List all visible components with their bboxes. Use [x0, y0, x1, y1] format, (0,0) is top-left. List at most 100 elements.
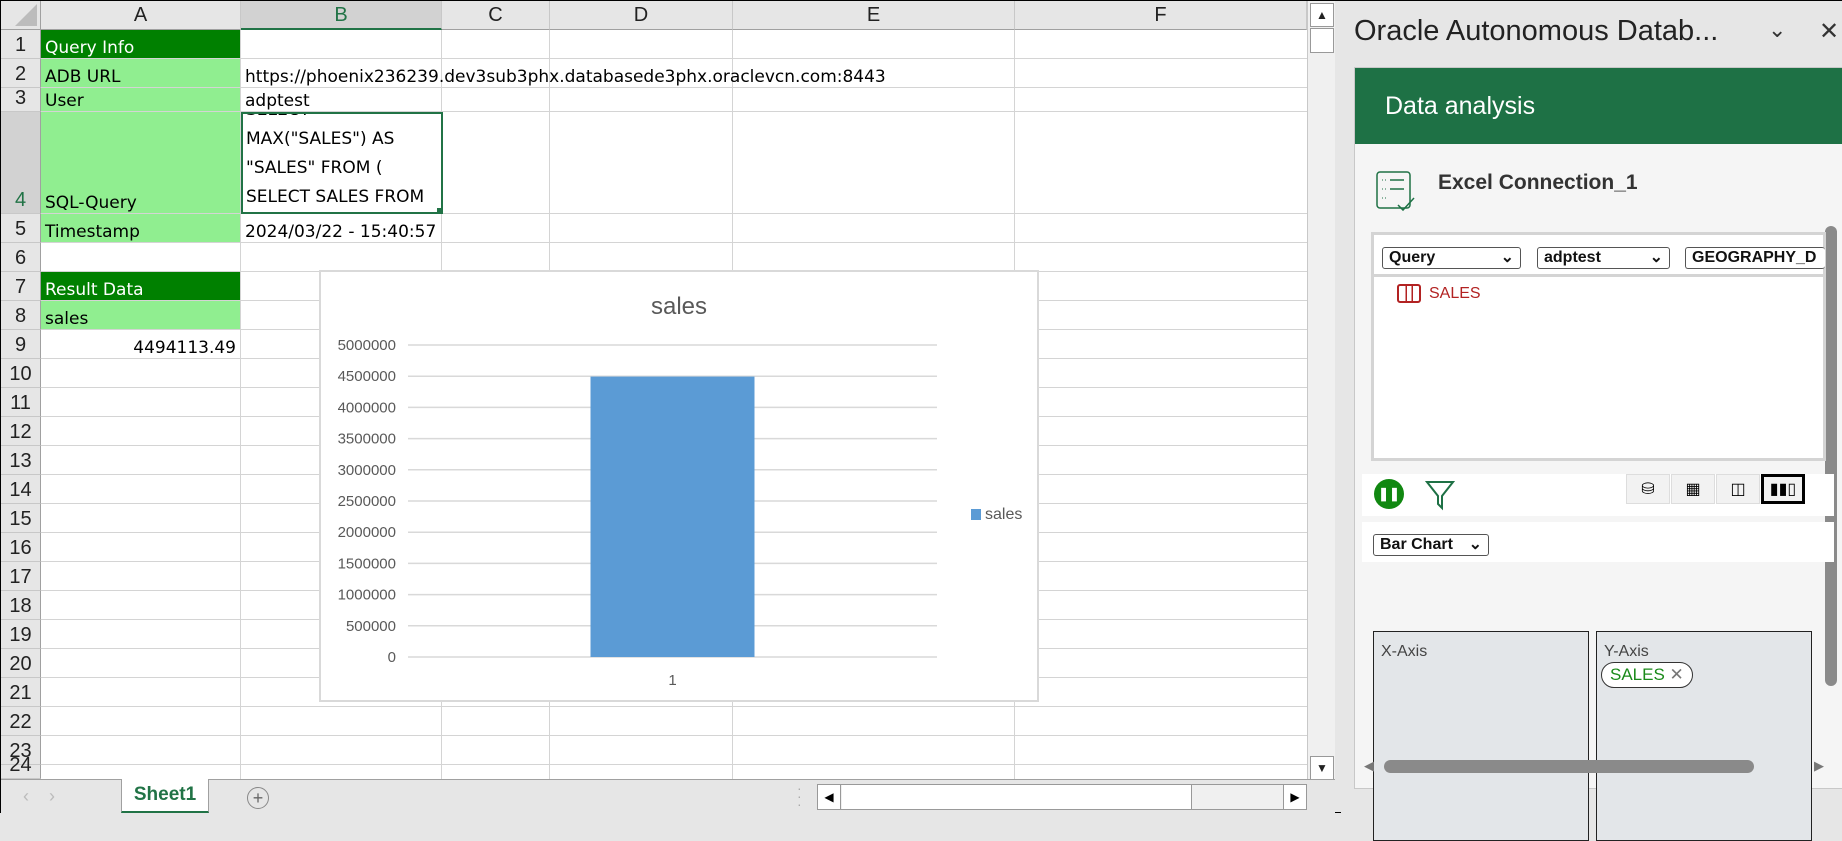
- cell-a1[interactable]: Query Info: [41, 30, 241, 59]
- scroll-thumb[interactable]: [1310, 28, 1334, 53]
- connection-name: Excel Connection_1: [1438, 171, 1638, 194]
- column-header-c[interactable]: C: [442, 1, 550, 30]
- row-header[interactable]: 21: [1, 678, 41, 707]
- row-header[interactable]: 10: [1, 359, 41, 388]
- legend-swatch: [971, 509, 981, 520]
- layout-view-icon[interactable]: ◫: [1716, 474, 1760, 504]
- filter-icon[interactable]: [1425, 479, 1455, 511]
- sql-line: SELECT SALES FROM: [246, 187, 425, 207]
- chevron-down-icon: ⌄: [1468, 536, 1482, 553]
- cell-b3[interactable]: adptest: [241, 88, 442, 112]
- pane-hscroll-thumb[interactable]: [1384, 760, 1754, 773]
- row-header[interactable]: 2: [1, 59, 41, 88]
- tree-item-sales[interactable]: SALES: [1397, 284, 1481, 303]
- cell-b2[interactable]: https://phoenix236239.dev3sub3phx.databa…: [241, 59, 886, 88]
- table-icon: [1397, 284, 1421, 303]
- column-header-d[interactable]: D: [550, 1, 733, 30]
- prev-sheet-icon[interactable]: ‹: [23, 786, 29, 807]
- y-axis-chip[interactable]: SALES ✕: [1601, 662, 1693, 688]
- pane-hscrollbar[interactable]: ◀ ▶: [1362, 756, 1834, 776]
- row-header[interactable]: 18: [1, 591, 41, 620]
- vertical-scrollbar[interactable]: ▲ ▼: [1307, 1, 1335, 781]
- database-view-icon[interactable]: ⛁: [1626, 474, 1670, 504]
- scroll-up-button[interactable]: ▲: [1310, 3, 1334, 27]
- schema-select[interactable]: adptest ⌄: [1537, 247, 1670, 269]
- row-header[interactable]: 13: [1, 446, 41, 475]
- y-tick-label: 5000000: [338, 337, 396, 354]
- scroll-down-button[interactable]: ▼: [1310, 756, 1334, 780]
- add-sheet-icon[interactable]: +: [247, 787, 269, 809]
- y-tick-label: 1500000: [338, 555, 396, 572]
- sql-line: "SALES" FROM (: [246, 158, 383, 178]
- table-view-icon[interactable]: ▦: [1671, 474, 1715, 504]
- chevron-down-icon[interactable]: ⌄: [1768, 17, 1786, 43]
- select-all-corner[interactable]: [1, 1, 41, 30]
- column-header-f[interactable]: F: [1015, 1, 1307, 30]
- sales-chart[interactable]: sales 0 500000 1000000 1500000 2000000 250000…: [319, 270, 1039, 702]
- mode-select[interactable]: Query ⌄: [1382, 247, 1521, 269]
- x-axis-dropzone[interactable]: X-Axis: [1373, 631, 1589, 841]
- row-header[interactable]: 9: [1, 330, 41, 359]
- column-header-e[interactable]: E: [733, 1, 1015, 30]
- splitter-handle-icon[interactable]: · · ·: [797, 781, 802, 811]
- chart-type-select[interactable]: Bar Chart ⌄: [1373, 534, 1489, 556]
- column-header-a[interactable]: A: [41, 1, 241, 30]
- scroll-left-button[interactable]: ◀: [818, 785, 841, 809]
- row-header[interactable]: 8: [1, 301, 41, 330]
- chart-view-icon[interactable]: ▮▮▯: [1761, 474, 1805, 504]
- task-pane: Oracle Autonomous Datab... ⌄ ✕ Data anal…: [1341, 1, 1842, 841]
- bar-sales[interactable]: [590, 376, 755, 657]
- spreadsheet: A B C D E F 1 2 3 4 5 6 7 8 9 10 11 12 13 14 15 16 17 18 1…: [1, 1, 1335, 814]
- row-header[interactable]: 11: [1, 388, 41, 417]
- gridline: [41, 764, 1307, 765]
- object-select[interactable]: GEOGRAPHY_D: [1685, 247, 1825, 269]
- toolbar: ❚❚ ⛁ ▦ ◫ ▮▮▯: [1362, 474, 1834, 516]
- fill-handle[interactable]: [437, 208, 441, 212]
- cell-b4-active[interactable]: SELECT MAX("SALES") AS "SALES" FROM ( SE…: [241, 112, 443, 214]
- data-analysis-banner: Data analysis: [1355, 68, 1842, 144]
- row-header[interactable]: 1: [1, 30, 41, 59]
- tab-sheet1[interactable]: Sheet1: [121, 779, 209, 813]
- row-header[interactable]: 20: [1, 649, 41, 678]
- y-tick-label: 4000000: [338, 399, 396, 416]
- row-header[interactable]: 15: [1, 504, 41, 533]
- row-header[interactable]: 19: [1, 620, 41, 649]
- row-header[interactable]: 17: [1, 562, 41, 591]
- y-tick-label: 2000000: [338, 524, 396, 541]
- row-header[interactable]: 24: [1, 754, 41, 779]
- row-header[interactable]: 14: [1, 475, 41, 504]
- cell-a4[interactable]: SQL-Query: [41, 112, 241, 214]
- remove-icon[interactable]: ✕: [1670, 665, 1684, 684]
- gridline: [41, 706, 1307, 707]
- chart-svg: sales 0 500000 1000000 1500000 2000000 250000…: [338, 293, 1023, 689]
- cell-a9[interactable]: 4494113.49: [41, 330, 241, 359]
- row-header[interactable]: 12: [1, 417, 41, 446]
- next-sheet-icon[interactable]: ›: [49, 786, 55, 807]
- row-header[interactable]: 22: [1, 707, 41, 736]
- row-header[interactable]: 6: [1, 243, 41, 272]
- cell-a2[interactable]: ADB URL: [41, 59, 241, 88]
- pause-icon[interactable]: ❚❚: [1374, 479, 1404, 509]
- cell-a7[interactable]: Result Data: [41, 272, 241, 301]
- column-header-b[interactable]: B: [241, 1, 442, 30]
- scroll-right-button[interactable]: ▶: [1283, 785, 1306, 809]
- row-header[interactable]: 7: [1, 272, 41, 301]
- row-header[interactable]: 4: [1, 112, 41, 214]
- y-tick-label: 0: [388, 649, 396, 666]
- cell-b5[interactable]: 2024/03/22 - 15:40:57: [241, 214, 442, 243]
- pane-title: Oracle Autonomous Datab...: [1354, 15, 1719, 47]
- horizontal-scrollbar[interactable]: ◀ ▶: [817, 784, 1307, 810]
- hscroll-thumb[interactable]: [842, 785, 1192, 809]
- y-tick-label: 2500000: [338, 493, 396, 510]
- cell-a8[interactable]: sales: [41, 301, 241, 330]
- y-axis-dropzone[interactable]: Y-Axis SALES ✕: [1596, 631, 1812, 841]
- chevron-down-icon: ⌄: [1649, 249, 1663, 266]
- y-tick-label: 3000000: [338, 462, 396, 479]
- x-tick-label: 1: [668, 672, 676, 689]
- close-icon[interactable]: ✕: [1819, 17, 1839, 46]
- cell-a5[interactable]: Timestamp: [41, 214, 241, 243]
- row-header[interactable]: 16: [1, 533, 41, 562]
- row-header[interactable]: 3: [1, 87, 41, 112]
- cell-a3[interactable]: User: [41, 88, 241, 112]
- row-header[interactable]: 5: [1, 214, 41, 243]
